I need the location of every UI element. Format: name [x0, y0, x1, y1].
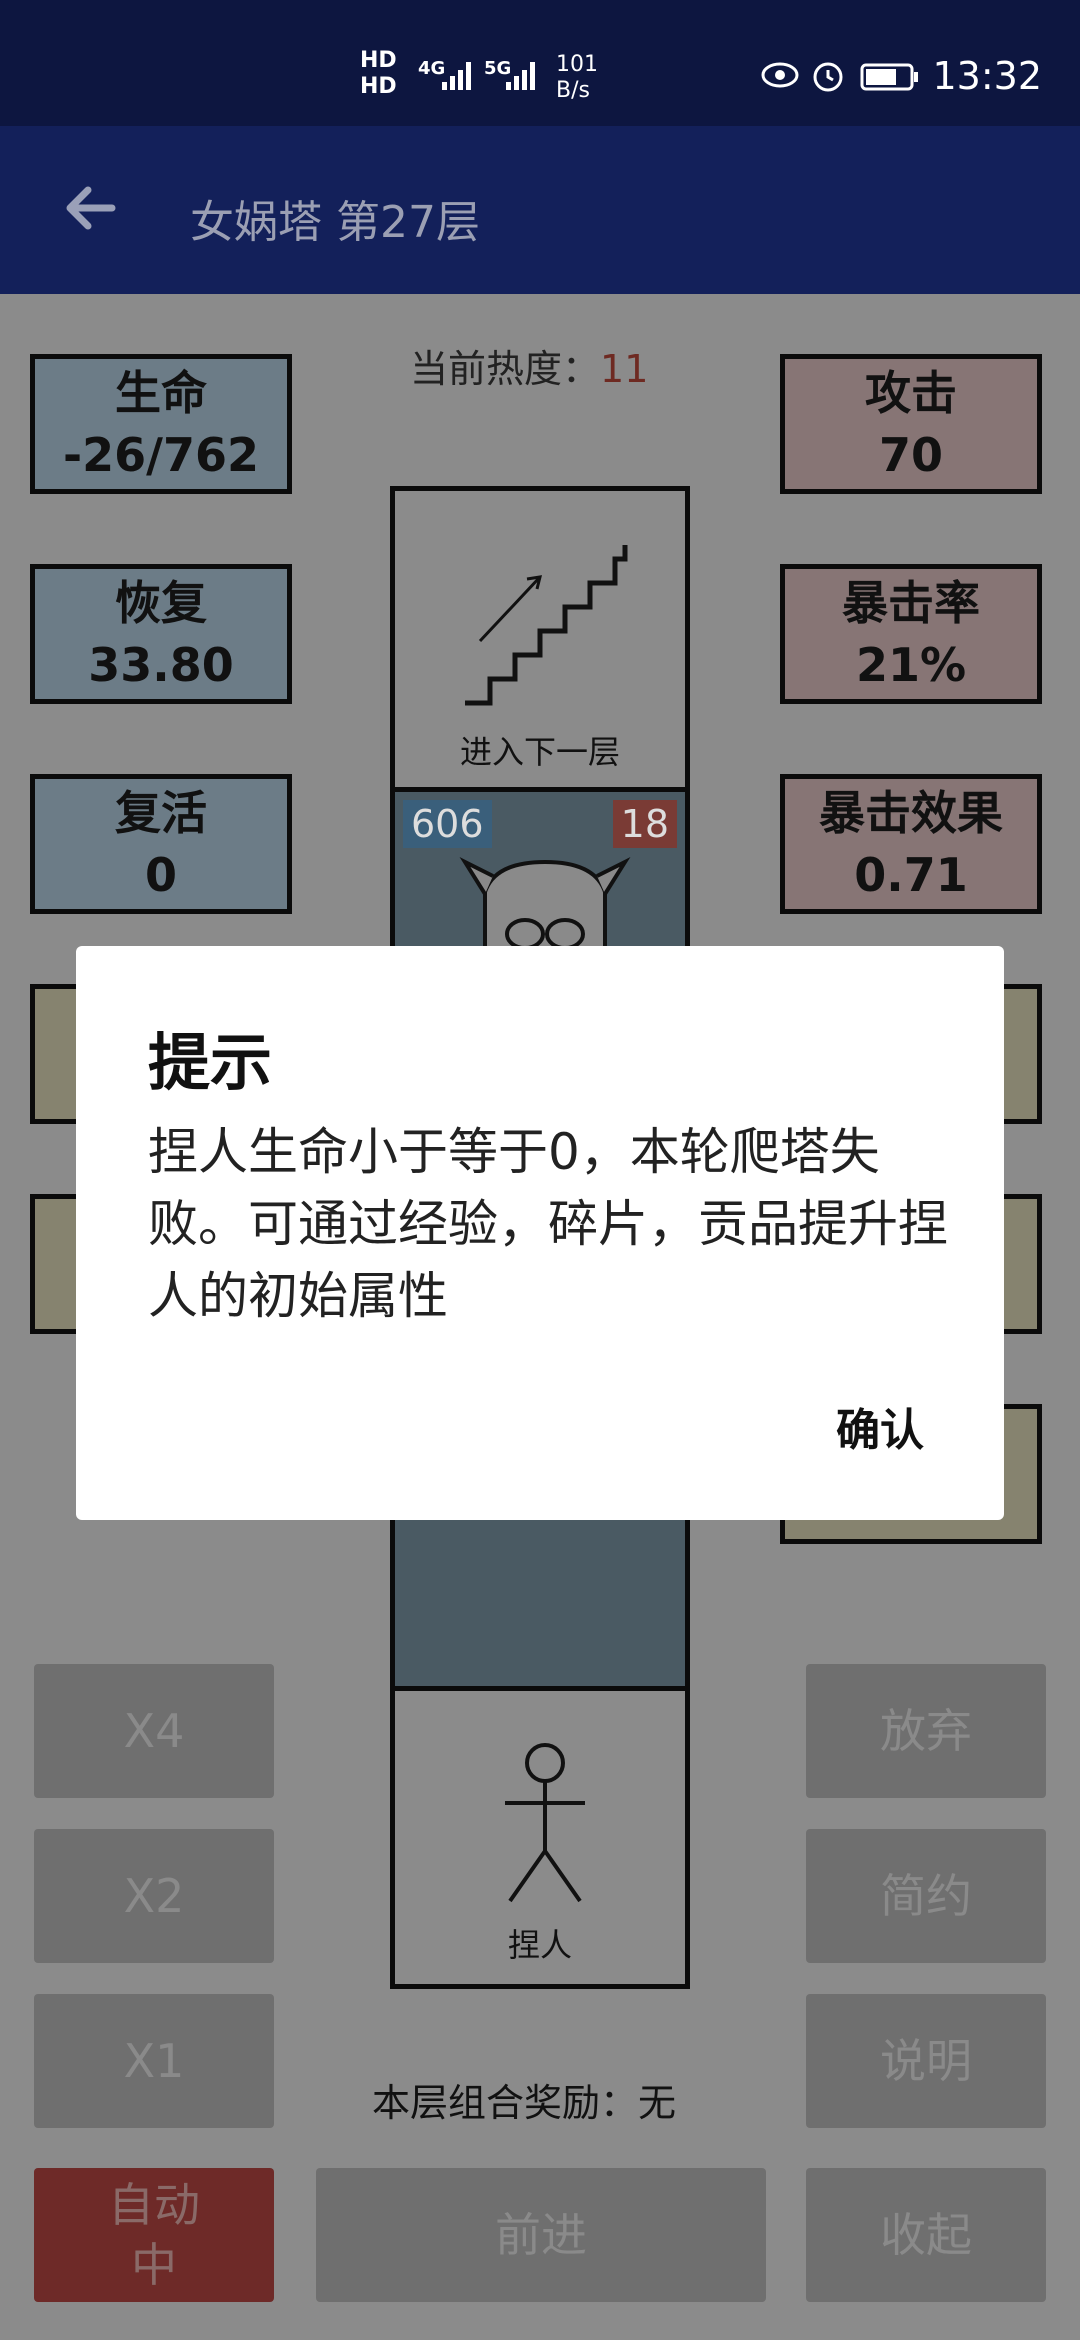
alarm-icon — [813, 62, 843, 92]
stat-crit-effect: 暴击效果 0.71 — [780, 774, 1042, 914]
next-floor-label: 进入下一层 — [459, 733, 620, 771]
stat-label: 复活 — [115, 786, 207, 840]
speed-unit: B/s — [556, 78, 590, 103]
signal-icon — [442, 62, 471, 90]
stat-value: 0 — [144, 848, 177, 902]
arrow-left-icon[interactable] — [60, 178, 120, 238]
player-label: 捏人 — [507, 1926, 572, 1964]
simple-mode-button[interactable]: 简约 — [806, 1829, 1046, 1963]
next-floor-cell[interactable]: 进入下一层 — [390, 486, 690, 792]
forward-button[interactable]: 前进 — [316, 2168, 766, 2302]
monster-hp-badge: 606 — [403, 800, 492, 848]
dialog-title: 提示 — [148, 1026, 273, 1099]
stat-label: 暴击率 — [842, 576, 980, 630]
stat-value: 33.80 — [88, 638, 234, 692]
network-speed: 101 B/s — [556, 52, 598, 104]
player-cell: 捏人 — [390, 1686, 690, 1989]
stat-regen: 恢复 33.80 — [30, 564, 292, 704]
sim-hd-badges: HD HD — [360, 48, 397, 100]
auto-button[interactable]: 自动 中 — [34, 2168, 274, 2302]
stat-value: 21% — [855, 638, 967, 692]
confirm-button[interactable]: 确认 — [836, 1394, 924, 1458]
stat-revive: 复活 0 — [30, 774, 292, 914]
speed-x1-button[interactable]: X1 — [34, 1994, 274, 2128]
speed-x4-button[interactable]: X4 — [34, 1664, 274, 1798]
alert-dialog: 提示 捏人生命小于等于0，本轮爬塔失败。可通过经验，碎片，贡品提升捏人的初始属性… — [76, 946, 1004, 1520]
stat-value: -26/762 — [63, 428, 259, 482]
stairs-icon — [465, 545, 628, 706]
status-bar: HD HD 4G 5G 101 B/s 13:32 — [0, 0, 1080, 126]
stat-value: 0.71 — [854, 848, 968, 902]
page-title: 女娲塔 第27层 — [190, 197, 480, 248]
stat-label: 暴击效果 — [819, 786, 1003, 840]
collapse-button[interactable]: 收起 — [806, 2168, 1046, 2302]
stat-value: 70 — [878, 428, 943, 482]
auto-button-line2: 中 — [131, 2238, 177, 2292]
app-bar: 女娲塔 第27层 — [0, 126, 1080, 294]
auto-button-line1: 自动 — [108, 2178, 200, 2232]
monster-atk-badge: 18 — [612, 800, 677, 848]
stick-figure-icon — [505, 1743, 585, 1903]
stat-crit-rate: 暴击率 21% — [780, 564, 1042, 704]
heat-indicator: 当前热度：11 — [410, 338, 648, 393]
cow-monster-icon — [459, 857, 631, 952]
stat-label: 攻击 — [865, 366, 957, 420]
signal-icon — [506, 62, 535, 90]
give-up-button[interactable]: 放弃 — [806, 1664, 1046, 1798]
hd1-badge: HD — [360, 48, 397, 73]
help-button[interactable]: 说明 — [806, 1994, 1046, 2128]
clock: 13:32 — [932, 54, 1042, 98]
battery-icon — [860, 63, 918, 91]
reward-value: 无 — [638, 2081, 677, 2125]
eye-icon — [761, 62, 799, 88]
stat-label: 生命 — [115, 366, 207, 420]
dialog-message: 捏人生命小于等于0，本轮爬塔失败。可通过经验，碎片，贡品提升捏人的初始属性 — [148, 1123, 948, 1325]
stat-attack: 攻击 70 — [780, 354, 1042, 494]
hd2-badge: HD — [360, 74, 397, 99]
speed-x2-button[interactable]: X2 — [34, 1829, 274, 1963]
floor-reward: 本层组合奖励：无 — [372, 2072, 676, 2127]
stat-hp: 生命 -26/762 — [30, 354, 292, 494]
stat-label: 恢复 — [115, 576, 207, 630]
heat-value: 11 — [600, 347, 649, 391]
speed-value: 101 — [556, 52, 598, 77]
heat-label: 当前热度： — [410, 347, 601, 391]
reward-label: 本层组合奖励： — [372, 2081, 639, 2125]
